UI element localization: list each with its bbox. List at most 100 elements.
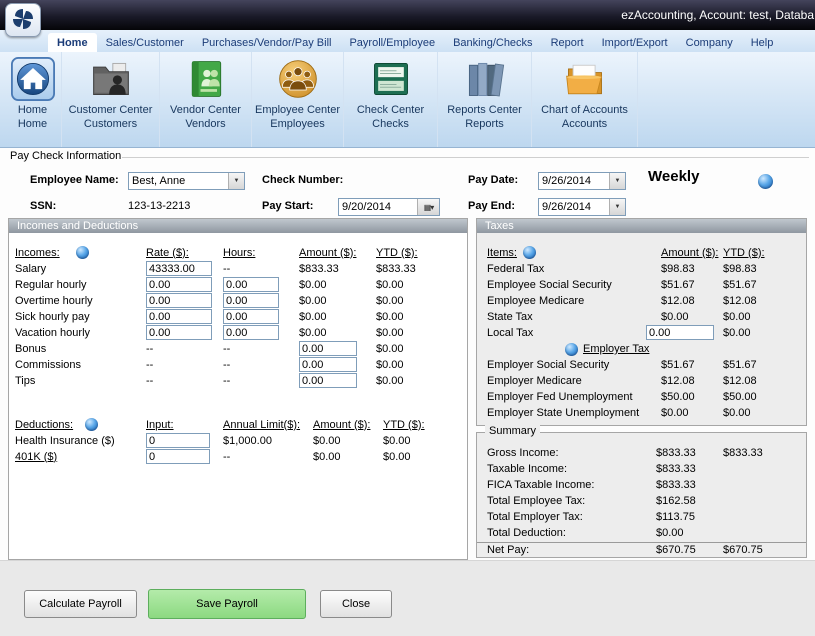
tab-purchases-vendor-pay-bill[interactable]: Purchases/Vendor/Pay Bill xyxy=(193,33,341,52)
pay-date-select[interactable]: 9/26/2014 ▼ xyxy=(538,172,626,190)
employer-tax-header: Employer Tax xyxy=(477,341,806,357)
sick-hourly-hours-input[interactable] xyxy=(223,309,279,324)
tax-amount: $51.67 xyxy=(661,278,723,293)
chevron-down-icon: ▼ xyxy=(228,173,244,189)
toolbar-item-title: Customer Center xyxy=(69,103,153,117)
tax-label: State Tax xyxy=(487,310,661,325)
deduction-amount: $0.00 xyxy=(313,450,383,465)
deductions-column-header: Deductions: xyxy=(15,419,73,431)
toolbar-item-chart-of-accounts[interactable]: Chart of Accounts Accounts xyxy=(532,52,638,147)
deduction-ytd: $0.00 xyxy=(383,434,467,449)
income-label: Tips xyxy=(15,374,146,389)
summary-label: Taxable Income: xyxy=(487,462,656,477)
chart-of-accounts-icon xyxy=(563,55,607,103)
summary-label: Net Pay: xyxy=(487,543,656,558)
pay-end-value: 9/26/2014 xyxy=(539,199,609,215)
income-row-salary: Salary -- $833.33 $833.33 xyxy=(9,261,467,277)
toolbar-item-title: Employee Center xyxy=(255,103,340,117)
tab-sales-customer[interactable]: Sales/Customer xyxy=(97,33,193,52)
taxes-panel: Taxes Items: Amount ($): YTD ($): Federa… xyxy=(476,218,807,426)
incomes-help-globe-icon[interactable] xyxy=(76,246,89,259)
vacation-hourly-hours-input[interactable] xyxy=(223,325,279,340)
income-hours: -- xyxy=(223,358,299,373)
tab-import-export[interactable]: Import/Export xyxy=(593,33,677,52)
commissions-amount-input[interactable] xyxy=(299,357,357,372)
toolbar: Home Home Customer Center Customers xyxy=(0,52,815,148)
tax-ytd: $12.08 xyxy=(723,374,806,389)
tab-help[interactable]: Help xyxy=(742,33,783,52)
employer-tax-help-globe-icon[interactable] xyxy=(565,343,578,356)
deductions-help-globe-icon[interactable] xyxy=(85,418,98,431)
income-row-commissions: Commissions -- -- $0.00 xyxy=(9,357,467,373)
employee-name-select[interactable]: Best, Anne ▼ xyxy=(128,172,245,190)
k401-input[interactable] xyxy=(146,449,210,464)
income-amount: $0.00 xyxy=(299,326,376,341)
summary-amount: $162.58 xyxy=(656,494,723,509)
incomes-panel-title: Incomes and Deductions xyxy=(9,219,467,233)
pay-start-value: 9/20/2014 xyxy=(339,199,417,215)
income-label: Overtime hourly xyxy=(15,294,146,309)
summary-row-total-deduction: Total Deduction: $0.00 xyxy=(477,525,806,541)
check-number-input[interactable] xyxy=(352,172,442,190)
health-insurance-input[interactable] xyxy=(146,433,210,448)
deduction-annual-limit: -- xyxy=(223,450,313,465)
salary-rate-input[interactable] xyxy=(146,261,212,276)
summary-title: Summary xyxy=(485,425,540,437)
check-center-icon xyxy=(369,55,413,103)
tax-label: Federal Tax xyxy=(487,262,661,277)
regular-hourly-hours-input[interactable] xyxy=(223,277,279,292)
tips-amount-input[interactable] xyxy=(299,373,357,388)
tab-banking-checks[interactable]: Banking/Checks xyxy=(444,33,542,52)
save-payroll-button[interactable]: Save Payroll xyxy=(148,589,306,619)
bonus-amount-input[interactable] xyxy=(299,341,357,356)
tax-label: Local Tax xyxy=(487,326,661,341)
income-amount: $0.00 xyxy=(299,310,376,325)
summary-row-fica-taxable-income: FICA Taxable Income: $833.33 xyxy=(477,477,806,493)
close-button[interactable]: Close xyxy=(320,590,392,618)
tax-row-federal: Federal Tax $98.83 $98.83 xyxy=(477,261,806,277)
regular-hourly-rate-input[interactable] xyxy=(146,277,212,292)
summary-amount: $833.33 xyxy=(656,478,723,493)
tab-company[interactable]: Company xyxy=(677,33,742,52)
income-row-regular-hourly: Regular hourly $0.00 $0.00 xyxy=(9,277,467,293)
taxes-panel-title: Taxes xyxy=(477,219,806,233)
toolbar-item-subtitle: Home xyxy=(18,117,47,131)
incomes-deductions-panel: Incomes and Deductions Incomes: Rate ($)… xyxy=(8,218,468,560)
summary-row-taxable-income: Taxable Income: $833.33 xyxy=(477,461,806,477)
tab-report[interactable]: Report xyxy=(542,33,593,52)
toolbar-item-reports-center[interactable]: Reports Center Reports xyxy=(438,52,532,147)
pay-start-datepicker[interactable]: 9/20/2014 ▦▾ xyxy=(338,198,440,216)
tax-ytd: $0.00 xyxy=(723,326,806,341)
income-label: Regular hourly xyxy=(15,278,146,293)
taxes-help-globe-icon[interactable] xyxy=(523,246,536,259)
employee-name-label: Employee Name: xyxy=(30,174,119,186)
help-globe-icon[interactable] xyxy=(758,174,773,189)
reports-center-icon xyxy=(463,55,507,103)
sick-hourly-rate-input[interactable] xyxy=(146,309,212,324)
summary-amount: $670.75 xyxy=(656,543,723,558)
menu-bar: Home Sales/Customer Purchases/Vendor/Pay… xyxy=(0,30,815,52)
pay-end-select[interactable]: 9/26/2014 ▼ xyxy=(538,198,626,216)
vacation-hourly-rate-input[interactable] xyxy=(146,325,212,340)
app-logo-button[interactable] xyxy=(5,3,41,37)
toolbar-item-check-center[interactable]: Check Center Checks xyxy=(344,52,438,147)
tax-label: Employer Fed Unemployment xyxy=(487,390,661,405)
annual-limit-column-header: Annual Limit($): xyxy=(223,418,313,433)
tab-home[interactable]: Home xyxy=(48,33,97,52)
calculate-payroll-button[interactable]: Calculate Payroll xyxy=(24,590,137,618)
income-amount: $0.00 xyxy=(299,294,376,309)
toolbar-item-home[interactable]: Home Home xyxy=(4,52,62,147)
overtime-hourly-hours-input[interactable] xyxy=(223,293,279,308)
overtime-hourly-rate-input[interactable] xyxy=(146,293,212,308)
income-ytd: $833.33 xyxy=(376,262,467,277)
tax-ytd: $12.08 xyxy=(723,294,806,309)
toolbar-item-vendor-center[interactable]: Vendor Center Vendors xyxy=(160,52,252,147)
toolbar-item-customer-center[interactable]: Customer Center Customers xyxy=(62,52,160,147)
summary-row-net-pay: Net Pay: $670.75 $670.75 xyxy=(477,542,806,558)
toolbar-item-subtitle: Customers xyxy=(84,117,137,131)
window-title: ezAccounting, Account: test, Databa xyxy=(621,8,814,22)
local-tax-input[interactable] xyxy=(646,325,714,340)
tab-payroll-employee[interactable]: Payroll/Employee xyxy=(340,33,444,52)
toolbar-item-employee-center[interactable]: Employee Center Employees xyxy=(252,52,344,147)
vendor-center-icon xyxy=(184,55,228,103)
